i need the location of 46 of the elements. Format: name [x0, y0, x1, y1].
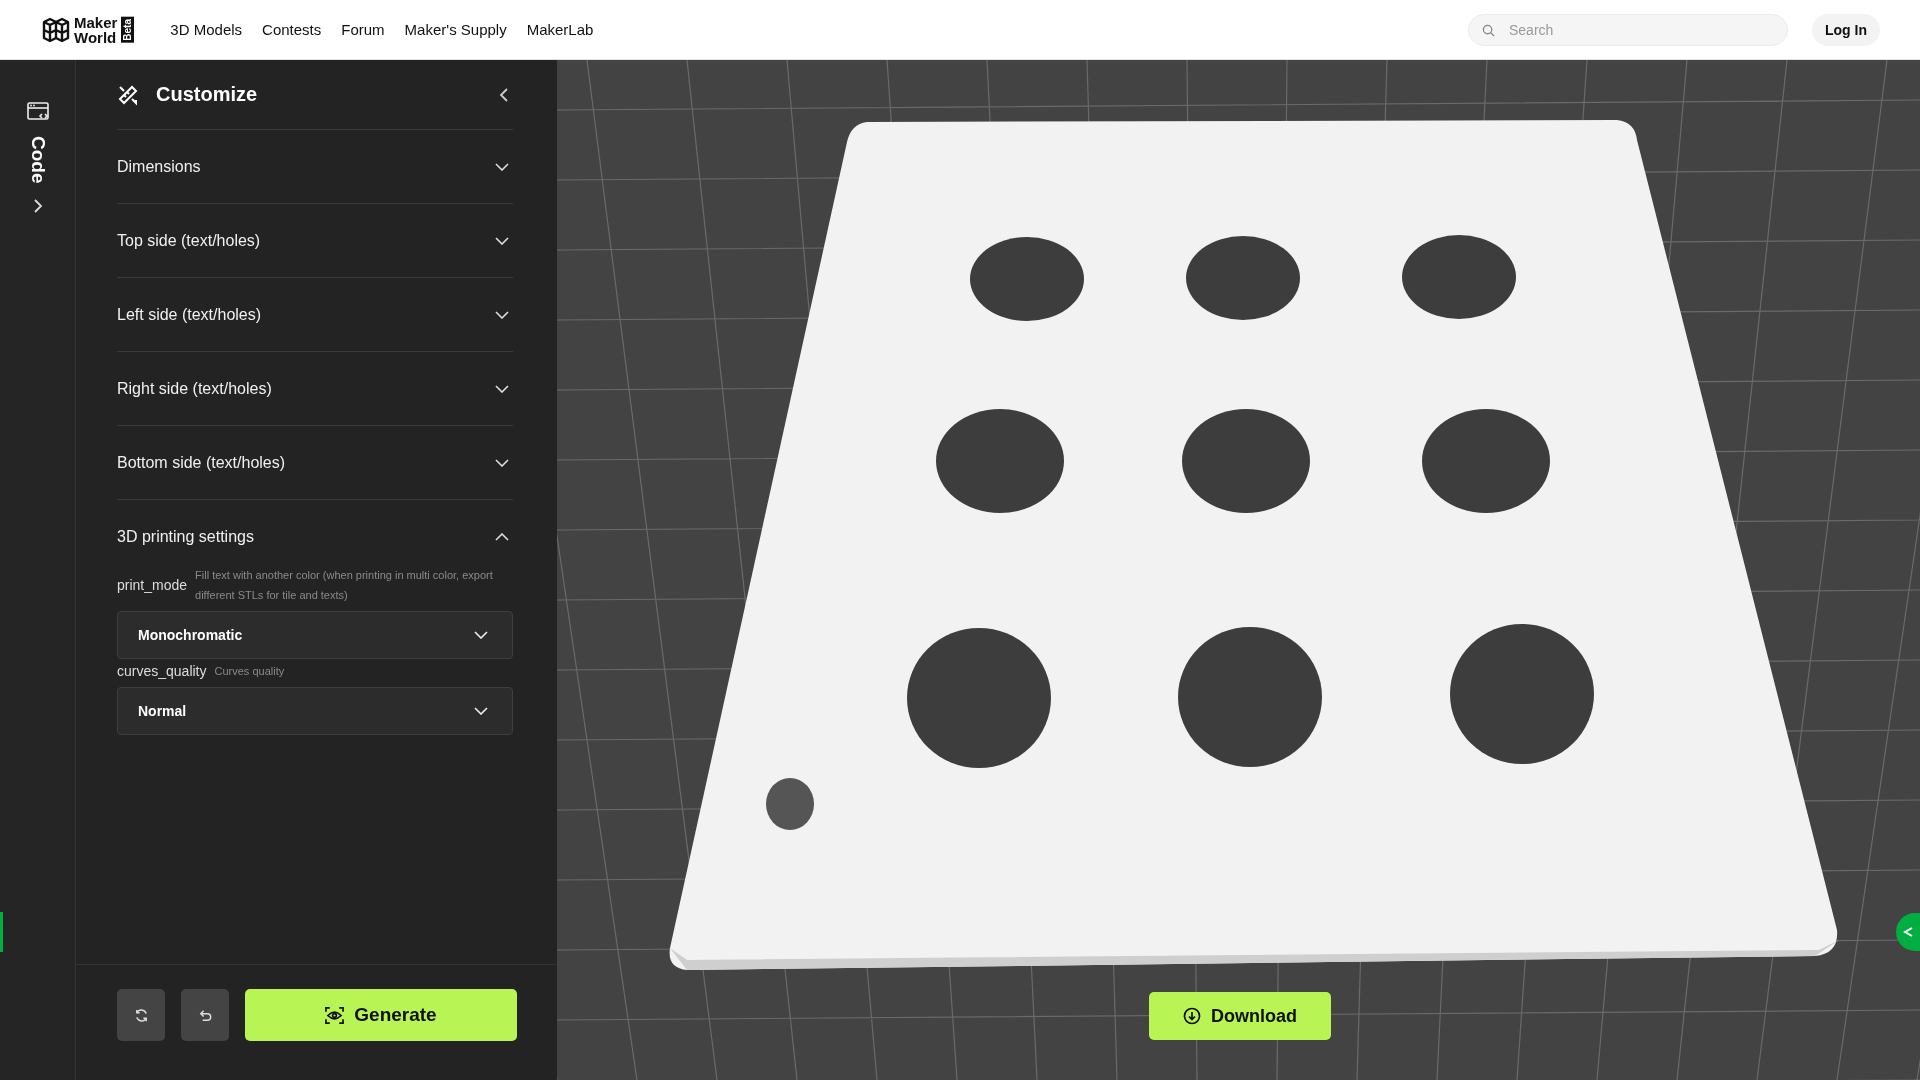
chevron-down-icon [495, 384, 509, 393]
download-icon [1183, 1007, 1201, 1025]
ruler-pencil-icon [117, 83, 139, 106]
chevron-down-icon [474, 631, 488, 639]
section-header[interactable]: Right side (text/holes) [117, 352, 513, 425]
download-button[interactable]: Download [1149, 992, 1331, 1040]
nav-link[interactable]: Contests [262, 21, 322, 38]
chevron-down-icon [495, 162, 509, 171]
undo-button[interactable] [181, 989, 229, 1041]
dropdown[interactable]: Monochromatic [117, 611, 513, 659]
chevron-down-icon [495, 310, 509, 319]
param-hint: Curves quality [214, 664, 285, 679]
eye-scan-icon [325, 1005, 345, 1025]
chevron-down-icon [495, 458, 509, 467]
dropdown[interactable]: Normal [117, 687, 513, 735]
refresh-icon [133, 1007, 149, 1023]
logo-text: World [74, 29, 118, 45]
logo-icon [42, 15, 70, 44]
generate-button[interactable]: Generate [245, 989, 517, 1041]
refresh-button[interactable] [117, 989, 165, 1041]
chevron-up-icon [495, 532, 509, 541]
beta-badge: Beta [121, 16, 135, 43]
logo-text: Maker [74, 14, 118, 30]
search-field[interactable]: Search [1468, 13, 1788, 46]
share-icon [1902, 926, 1914, 938]
param-name: curves_quality [117, 663, 207, 679]
chevron-right-icon[interactable] [32, 197, 43, 214]
login-button[interactable]: Log In [1812, 13, 1880, 46]
section-header[interactable]: Left side (text/holes) [117, 278, 513, 351]
chevron-down-icon [474, 707, 488, 715]
section-header[interactable]: Dimensions [117, 130, 513, 203]
collapse-icon[interactable] [499, 86, 509, 103]
code-window-icon[interactable] [26, 102, 49, 122]
section-header[interactable]: Bottom side (text/holes) [117, 426, 513, 499]
nav-link[interactable]: Forum [341, 21, 385, 38]
nav-link[interactable]: Maker's Supply [404, 21, 507, 38]
nav-link[interactable]: 3D Models [170, 21, 243, 38]
active-indicator [0, 912, 3, 952]
chevron-down-icon [495, 236, 509, 245]
param-hint: Fill text with another color (when printing in multi color, export different STLs for tile and texts) [195, 568, 494, 603]
panel-title: Customize [156, 83, 259, 106]
code-tab[interactable]: Code [26, 136, 49, 184]
nav-link[interactable]: MakerLab [526, 21, 594, 38]
search-icon [1482, 23, 1495, 37]
param-name: print_mode [117, 577, 188, 593]
section-header[interactable]: Top side (text/holes) [117, 204, 513, 277]
